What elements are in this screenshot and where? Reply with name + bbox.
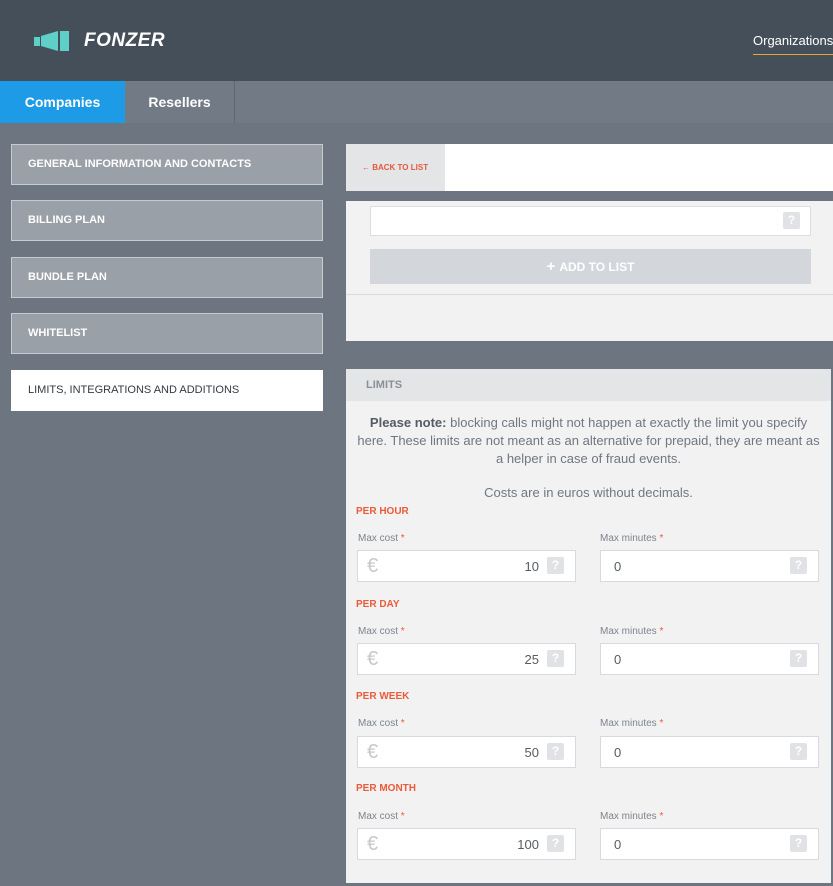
limits-panel: LIMITS Please note: blocking calls might…	[346, 369, 831, 883]
max-cost-day-input[interactable]: € 25 ?	[357, 643, 576, 675]
help-icon[interactable]: ?	[790, 835, 807, 852]
max-minutes-label: Max minutes *	[600, 626, 663, 637]
help-icon[interactable]: ?	[790, 650, 807, 667]
max-minutes-week-input[interactable]: 0 ?	[600, 736, 819, 768]
top-header: FONZER Organizations	[0, 0, 833, 81]
add-to-list-label: ADD TO LIST	[559, 260, 635, 274]
period-label-hour: PER HOUR	[356, 506, 409, 517]
required-mark: *	[659, 718, 664, 729]
sidebar-item-limits-integrations[interactable]: LIMITS, INTEGRATIONS AND ADDITIONS	[11, 370, 323, 411]
required-mark: *	[400, 533, 405, 544]
back-to-list-button[interactable]: ← BACK TO LIST	[346, 144, 445, 191]
brand-name: FONZER	[84, 30, 166, 51]
costs-note: Costs are in euros without decimals.	[484, 485, 693, 500]
max-minutes-label-text: Max minutes	[600, 811, 657, 822]
tab-companies[interactable]: Companies	[0, 81, 125, 123]
required-mark: *	[400, 718, 405, 729]
required-mark: *	[400, 811, 405, 822]
megaphone-logo-icon	[34, 31, 69, 51]
tab-bar: Companies Resellers	[0, 81, 833, 123]
limits-note: Please note: blocking calls might not ha…	[356, 414, 821, 468]
max-minutes-label-text: Max minutes	[600, 718, 657, 729]
required-mark: *	[659, 533, 664, 544]
max-minutes-label: Max minutes *	[600, 811, 663, 822]
max-cost-hour-input[interactable]: € 10 ?	[357, 550, 576, 582]
max-minutes-hour-value: 0	[614, 559, 622, 574]
max-cost-label: Max cost *	[358, 811, 405, 822]
help-icon[interactable]: ?	[783, 212, 800, 229]
period-label-day: PER DAY	[356, 599, 400, 610]
help-icon[interactable]: ?	[547, 557, 564, 574]
help-icon[interactable]: ?	[790, 557, 807, 574]
nav-link-organizations[interactable]: Organizations	[753, 33, 833, 48]
sidebar-item-bundle-plan[interactable]: BUNDLE PLAN	[11, 257, 323, 298]
help-icon[interactable]: ?	[547, 650, 564, 667]
required-mark: *	[659, 811, 664, 822]
limits-title: LIMITS	[346, 369, 831, 401]
euro-icon: €	[367, 741, 379, 763]
max-cost-label: Max cost *	[358, 533, 405, 544]
max-minutes-label-text: Max minutes	[600, 626, 657, 637]
max-cost-label-text: Max cost	[358, 718, 399, 729]
max-minutes-month-value: 0	[614, 837, 622, 852]
required-mark: *	[400, 626, 405, 637]
help-icon[interactable]: ?	[547, 743, 564, 760]
action-bar: ← BACK TO LIST	[346, 144, 833, 191]
help-icon[interactable]: ?	[547, 835, 564, 852]
period-label-month: PER MONTH	[356, 783, 416, 794]
tab-resellers[interactable]: Resellers	[125, 81, 235, 123]
max-minutes-hour-input[interactable]: 0 ?	[600, 550, 819, 582]
max-minutes-month-input[interactable]: 0 ?	[600, 828, 819, 860]
max-cost-label: Max cost *	[358, 626, 405, 637]
max-minutes-label: Max minutes *	[600, 718, 663, 729]
divider	[346, 294, 833, 295]
required-mark: *	[659, 626, 664, 637]
max-cost-week-value: 50	[524, 745, 539, 760]
max-minutes-week-value: 0	[614, 745, 622, 760]
max-minutes-day-input[interactable]: 0 ?	[600, 643, 819, 675]
max-cost-day-value: 25	[524, 652, 539, 667]
whitelist-number-input[interactable]: ?	[370, 206, 811, 236]
period-label-week: PER WEEK	[356, 691, 410, 702]
max-cost-week-input[interactable]: € 50 ?	[357, 736, 576, 768]
whitelist-panel: ? + ADD TO LIST	[346, 201, 833, 341]
max-minutes-label-text: Max minutes	[600, 533, 657, 544]
max-cost-label: Max cost *	[358, 718, 405, 729]
max-cost-label-text: Max cost	[358, 533, 399, 544]
euro-icon: €	[367, 833, 379, 855]
note-bold: Please note:	[369, 415, 447, 430]
max-minutes-label: Max minutes *	[600, 533, 663, 544]
plus-icon: +	[546, 258, 556, 275]
help-icon[interactable]: ?	[790, 743, 807, 760]
sidebar-item-whitelist[interactable]: WHITELIST	[11, 313, 323, 354]
euro-icon: €	[367, 555, 379, 577]
euro-icon: €	[367, 648, 379, 670]
max-cost-hour-value: 10	[524, 559, 539, 574]
nav-active-underline	[753, 54, 833, 55]
max-cost-label-text: Max cost	[358, 626, 399, 637]
sidebar-item-general-information[interactable]: GENERAL INFORMATION AND CONTACTS	[11, 144, 323, 185]
max-minutes-day-value: 0	[614, 652, 622, 667]
max-cost-month-input[interactable]: € 100 ?	[357, 828, 576, 860]
max-cost-label-text: Max cost	[358, 811, 399, 822]
max-cost-month-value: 100	[517, 837, 539, 852]
add-to-list-button[interactable]: + ADD TO LIST	[370, 249, 811, 284]
sidebar-item-billing-plan[interactable]: BILLING PLAN	[11, 200, 323, 241]
